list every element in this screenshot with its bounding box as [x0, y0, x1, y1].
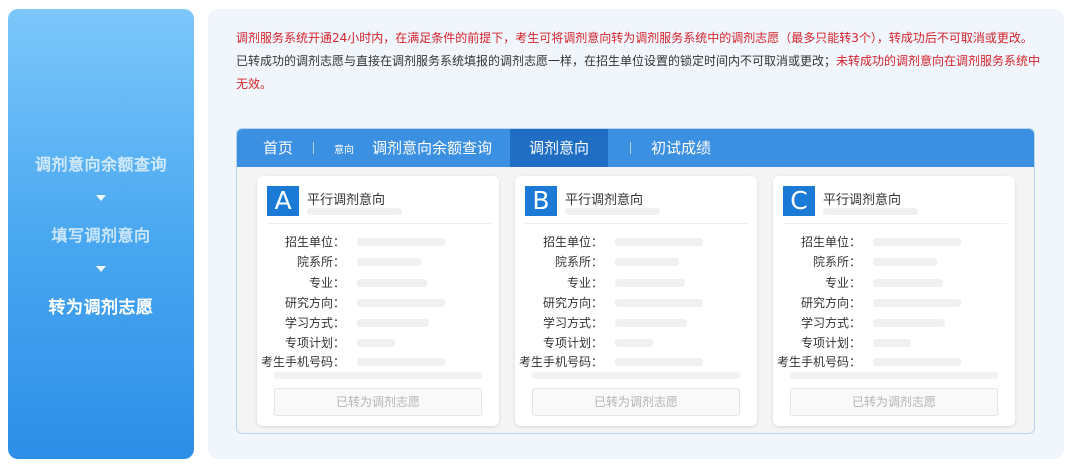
card-title: 平行调剂意向	[565, 193, 644, 208]
field-value-placeholder	[615, 319, 687, 327]
card-title: 平行调剂意向	[823, 193, 902, 208]
field-direction: 研究方向：	[257, 294, 497, 314]
field-value-placeholder	[873, 339, 911, 347]
field-value-placeholder	[615, 299, 703, 307]
card-letter-badge: B	[525, 186, 557, 216]
card-footer-placeholder	[790, 372, 998, 379]
top-nav: 首页 意向 调剂意向余额查询 调剂意向 初试成绩	[237, 129, 1034, 167]
field-value-placeholder	[357, 258, 421, 266]
notice-line-1: 调剂服务系统开通24小时内，在满足条件的前提下，考生可将调剂意向转为调剂服务系统…	[236, 31, 1033, 45]
field-value-placeholder	[615, 258, 679, 266]
intent-card-b: B 平行调剂意向 招生单位： 院系所： 专业： 研究方向： 学习方式： 专项计划…	[515, 176, 757, 426]
nav-separator	[630, 142, 632, 154]
field-department: 院系所：	[257, 253, 497, 273]
nav-intent-small[interactable]: 意向	[316, 141, 354, 156]
field-major: 专业：	[773, 274, 1013, 294]
step-fill-intent[interactable]: 填写调剂意向	[51, 222, 150, 246]
step-convert-to-choice[interactable]: 转为调剂志愿	[49, 293, 154, 318]
field-major: 专业：	[257, 274, 497, 294]
field-value-placeholder	[615, 358, 703, 366]
intent-card-c: C 平行调剂意向 招生单位： 院系所： 专业： 研究方向： 学习方式： 专项计划…	[773, 176, 1015, 426]
converted-button[interactable]: 已转为调剂志愿	[532, 388, 740, 416]
nav-home[interactable]: 首页	[237, 129, 311, 167]
field-school: 招生单位：	[515, 233, 755, 253]
field-value-placeholder	[873, 258, 937, 266]
field-major: 专业：	[515, 274, 755, 294]
field-value-placeholder	[615, 279, 685, 287]
field-school: 招生单位：	[257, 233, 497, 253]
step-arrow-down-icon	[96, 194, 106, 201]
step-balance-query[interactable]: 调剂意向余额查询	[35, 151, 167, 175]
card-header: C 平行调剂意向	[783, 184, 1007, 224]
field-department: 院系所：	[773, 253, 1013, 273]
card-subtitle-placeholder	[307, 208, 402, 215]
field-value-placeholder	[615, 339, 653, 347]
field-study-mode: 学习方式：	[773, 314, 1013, 334]
card-footer-placeholder	[532, 372, 740, 379]
nav-separator	[313, 142, 315, 154]
field-value-placeholder	[357, 358, 445, 366]
field-value-placeholder	[873, 279, 943, 287]
notice-text: 调剂服务系统开通24小时内，在满足条件的前提下，考生可将调剂意向转为调剂服务系统…	[236, 27, 1044, 96]
nav-intent[interactable]: 调剂意向	[510, 129, 609, 167]
nav-scores[interactable]: 初试成绩	[633, 129, 729, 167]
field-value-placeholder	[357, 279, 427, 287]
converted-button[interactable]: 已转为调剂志愿	[274, 388, 482, 416]
field-value-placeholder	[873, 238, 961, 246]
system-preview: 首页 意向 调剂意向余额查询 调剂意向 初试成绩 A 平行调剂意向 招生单位： …	[236, 128, 1035, 434]
nav-balance-query[interactable]: 调剂意向余额查询	[354, 129, 510, 167]
converted-button[interactable]: 已转为调剂志愿	[790, 388, 998, 416]
step-sidebar: 调剂意向余额查询 填写调剂意向 转为调剂志愿	[8, 9, 194, 459]
field-study-mode: 学习方式：	[257, 314, 497, 334]
field-study-mode: 学习方式：	[515, 314, 755, 334]
field-school: 招生单位：	[773, 233, 1013, 253]
field-direction: 研究方向：	[773, 294, 1013, 314]
field-value-placeholder	[615, 238, 703, 246]
field-value-placeholder	[357, 339, 395, 347]
field-value-placeholder	[357, 319, 429, 327]
field-value-placeholder	[873, 319, 945, 327]
card-letter-badge: C	[783, 186, 815, 216]
field-phone: 考生手机号码：	[257, 353, 497, 373]
step-arrow-down-icon	[96, 265, 106, 272]
card-title: 平行调剂意向	[307, 193, 386, 208]
card-header: B 平行调剂意向	[525, 184, 749, 224]
notice-line-2: 已转成功的调剂志愿与直接在调剂服务系统填报的调剂志愿一样，在招生单位设置的锁定时…	[236, 50, 1044, 96]
intent-card-a: A 平行调剂意向 招生单位： 院系所： 专业： 研究方向： 学习方式： 专项计划…	[257, 176, 499, 426]
field-value-placeholder	[873, 358, 961, 366]
card-footer-placeholder	[274, 372, 482, 379]
notice-line-2-normal: 已转成功的调剂志愿与直接在调剂服务系统填报的调剂志愿一样，在招生单位设置的锁定时…	[236, 54, 837, 68]
field-value-placeholder	[357, 238, 445, 246]
field-value-placeholder	[357, 299, 445, 307]
card-subtitle-placeholder	[823, 208, 918, 215]
field-direction: 研究方向：	[515, 294, 755, 314]
card-subtitle-placeholder	[565, 208, 660, 215]
card-header: A 平行调剂意向	[267, 184, 491, 224]
field-special-plan: 专项计划：	[257, 334, 497, 354]
field-phone: 考生手机号码：	[773, 353, 1013, 373]
field-special-plan: 专项计划：	[515, 334, 755, 354]
field-value-placeholder	[873, 299, 961, 307]
field-department: 院系所：	[515, 253, 755, 273]
field-phone: 考生手机号码：	[515, 353, 755, 373]
card-letter-badge: A	[267, 186, 299, 216]
content-panel: 调剂服务系统开通24小时内，在满足条件的前提下，考生可将调剂意向转为调剂服务系统…	[208, 9, 1064, 459]
field-special-plan: 专项计划：	[773, 334, 1013, 354]
